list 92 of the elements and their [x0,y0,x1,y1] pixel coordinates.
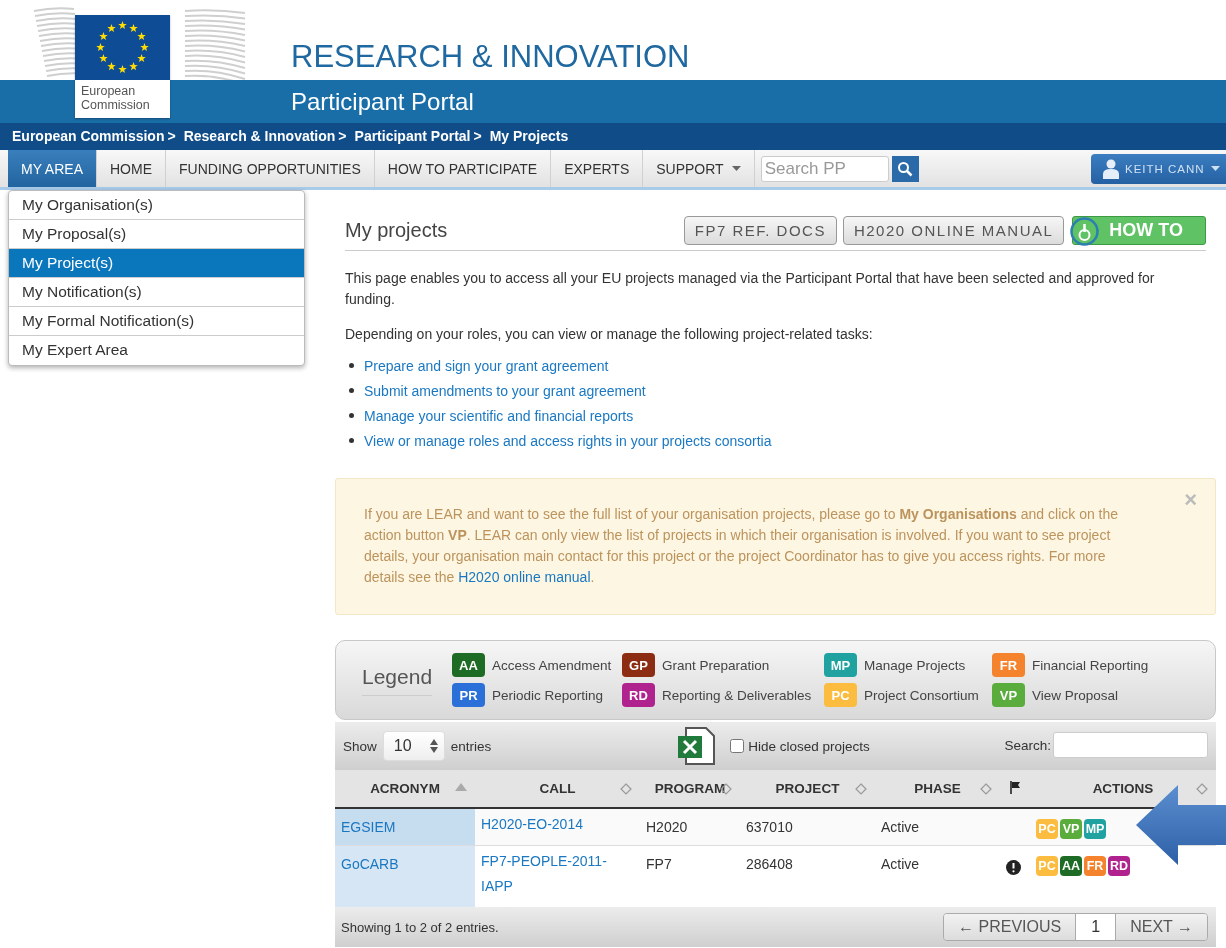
flag-icon [1009,780,1021,794]
action-badge: GP [622,653,655,677]
task-link[interactable]: Prepare and sign your grant agreement [364,357,609,374]
legend-label: Grant Preparation [662,657,770,673]
breadcrumb-separator: > [338,128,347,144]
nav-tab[interactable]: HOW TO PARTICIPATE [374,150,552,187]
spinner-icon [429,739,438,753]
site-title: RESEARCH & INNOVATION [291,39,690,75]
search-icon [897,160,914,177]
column-header[interactable]: ACRONYM [370,781,440,796]
legend-label: Periodic Reporting [492,687,604,703]
table-cell: Active [881,819,920,835]
table-cell: Active [881,855,920,872]
task-link[interactable]: Manage your scientific and financial reports [364,407,634,424]
page-size-select[interactable]: 10 [382,731,445,761]
breadcrumb-link[interactable]: European Commission [12,128,165,144]
column-header[interactable]: PHASE [914,781,961,796]
acronym-link[interactable]: GoCARB [341,855,399,872]
flag-icon [75,15,170,80]
action-badge: AA [452,653,485,677]
search-field[interactable] [1053,732,1208,758]
action-badge: RD [622,683,655,707]
search-button[interactable] [891,155,919,182]
column-header[interactable]: CALL [539,781,576,796]
breadcrumb-link[interactable]: Participant Portal [354,128,471,144]
logo-text: European Commission [80,83,151,112]
action-badge: PC [824,683,857,707]
legend-label: Manage Projects [864,657,966,673]
menu-item[interactable]: My Organisation(s) [9,191,304,220]
legend-label: Project Consortium [864,687,979,703]
table-cell: FP7 [646,855,672,872]
user-menu-button[interactable]: KEITH CANN [1091,153,1226,184]
legend-label: Financial Reporting [1032,657,1149,673]
legend-label: Reporting & Deliverables [662,687,812,703]
spreadsheet-icon[interactable] [676,726,717,766]
nav-tab[interactable]: FUNDING OPPORTUNITIES [166,150,375,187]
menu-item[interactable]: My Project(s) [9,249,304,278]
page-title: My projects [345,218,448,242]
breadcrumb-separator: > [473,128,482,144]
call-link[interactable]: FP7-PEOPLE-2011-IAPP [481,848,634,899]
search-field[interactable]: Search PP [760,155,889,182]
manual-link[interactable]: H2020 online manual [458,569,591,585]
checkbox-label: Hide closed projects [748,738,870,754]
menu-item[interactable]: My Expert Area [9,336,304,365]
entries-info: Showing 1 to 2 of 2 entries. [341,919,499,935]
column-header[interactable]: PROJECT [775,781,840,796]
breadcrumb-separator: > [167,128,176,144]
search-label: Search: [1004,737,1051,753]
bullet-icon [349,388,354,393]
legend-label: Access Amendment [492,657,612,673]
portal-title: Participant Portal [291,88,474,115]
column-header[interactable]: ACTIONS [1092,781,1154,796]
next-button[interactable]: NEXT → [1116,914,1207,940]
bullet-icon [349,413,354,418]
table-cell: 637010 [746,819,793,835]
action-badge[interactable]: AA [1060,855,1082,876]
caret-icon [1211,166,1220,171]
page-button[interactable]: 1 [1076,914,1117,940]
person-icon [1103,158,1119,179]
doc-button[interactable]: FP7 REF. DOCS [683,215,837,245]
menu-item[interactable]: My Formal Notification(s) [9,307,304,336]
entries-label: entries [450,738,492,754]
task-link[interactable]: View or manage roles and access rights in your projects consortia [364,432,772,449]
tasks-intro-text: Depending on your roles, you can view or manage the following project-related tasks: [345,325,874,344]
doc-button[interactable]: H2020 ONLINE MANUAL [842,215,1065,245]
action-badge: VP [992,683,1025,707]
nav-tab[interactable]: EXPERTS [551,150,644,187]
breadcrumb-link[interactable]: Research & Innovation [183,128,336,144]
nav-tab[interactable]: HOME [97,150,166,187]
nav-tab[interactable]: MY AREA [8,150,97,187]
nav-tab[interactable]: SUPPORT [643,150,755,187]
bullet-icon [349,363,354,368]
action-badge: MP [824,653,857,677]
table-cell: H2020 [646,819,688,835]
legend-label: View Proposal [1032,687,1119,703]
action-badge[interactable]: RD [1108,855,1130,876]
previous-button[interactable]: ← PREVIOUS [944,914,1077,940]
breadcrumb-link[interactable]: My Projects [489,128,569,144]
action-badge: PR [452,683,485,707]
legend-title: Legend [362,664,432,696]
alert-text: If you are LEAR and want to see the full list of your organisation projects, please go to My Organisations and click on the action button VP. LEAR can only view the list of projects in which their organisation is involved. If you want to see project details, your organisation main contact for this project or the project Coordinator has to give you access rights. For more details see the H2020 online manual. [364,505,1120,587]
caret-icon [731,166,741,171]
sort-ascending-icon[interactable] [455,783,467,791]
action-badge: FR [992,653,1025,677]
checkbox[interactable] [730,739,745,753]
task-link[interactable]: Submit amendments to your grant agreement [364,382,646,399]
acronym-link[interactable]: EGSIEM [341,819,396,835]
table-cell: 286408 [746,855,793,872]
bullet-icon [349,438,354,443]
show-label: Show [343,738,377,754]
intro-text: This page enables you to access all your EU projects managed via the Participant Portal that have been selected and approved for funding. [345,269,1156,309]
menu-item[interactable]: My Notification(s) [9,278,304,307]
